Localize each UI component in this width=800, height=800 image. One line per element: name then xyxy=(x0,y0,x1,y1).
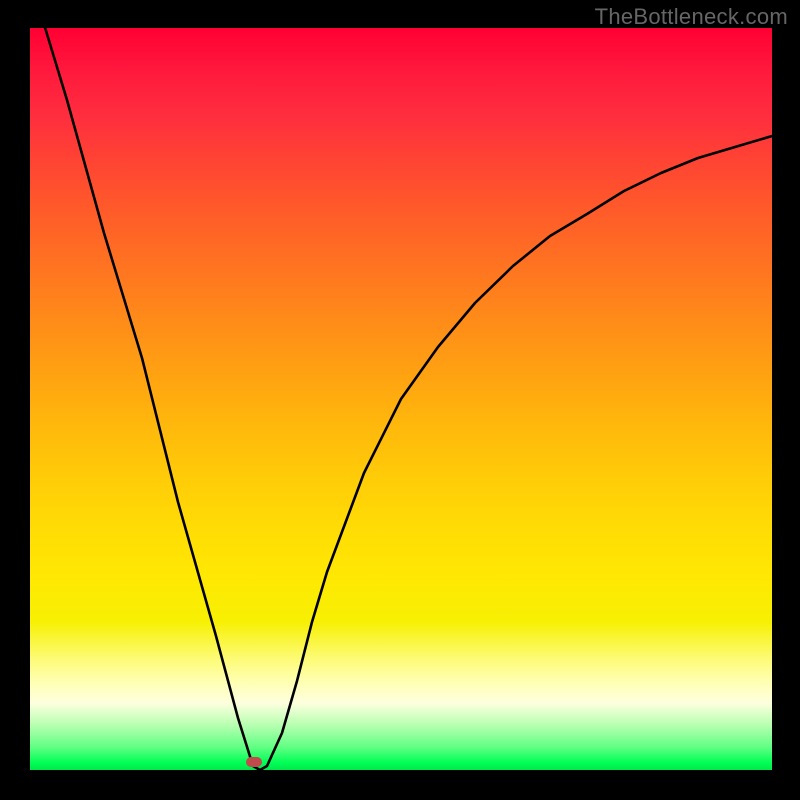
chart-container: TheBottleneck.com xyxy=(0,0,800,800)
optimal-marker xyxy=(246,757,262,767)
watermark-text: TheBottleneck.com xyxy=(595,4,788,30)
curve-svg xyxy=(30,28,772,770)
plot-area xyxy=(30,28,772,770)
bottleneck-curve xyxy=(30,28,772,770)
